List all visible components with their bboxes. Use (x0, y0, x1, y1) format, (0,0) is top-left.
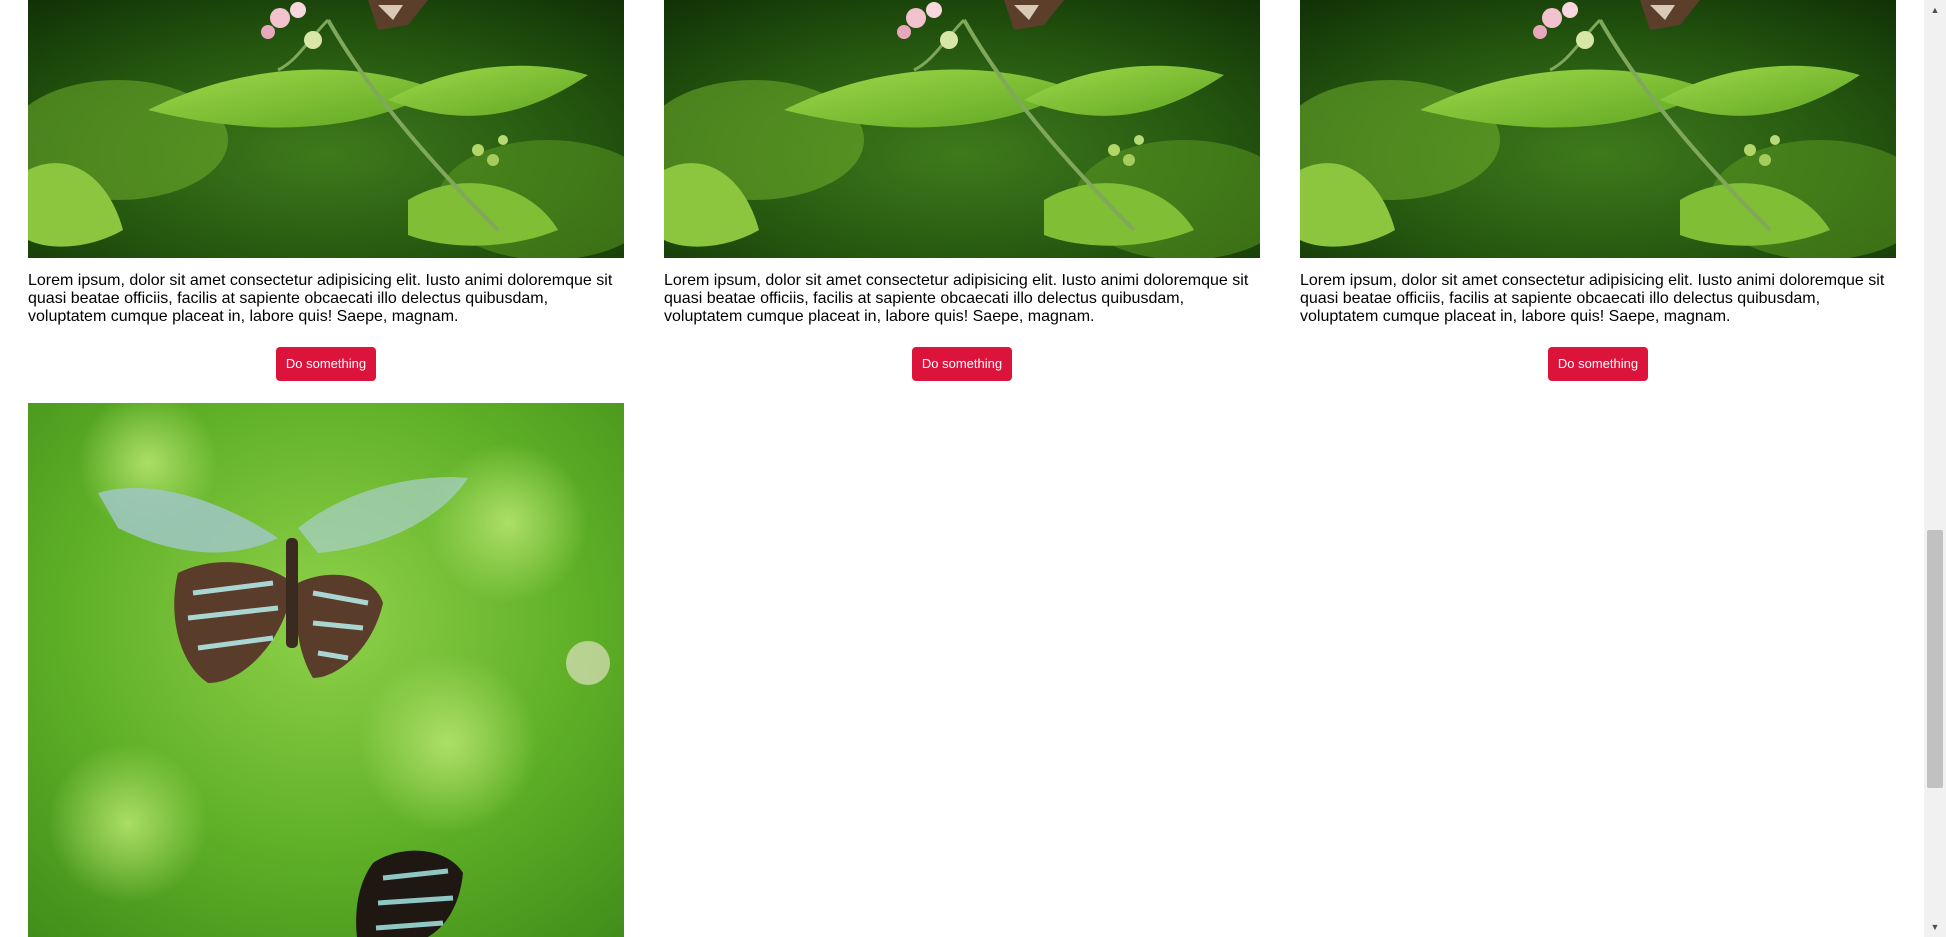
button-row: Do something (28, 347, 624, 381)
card-description: Lorem ipsum, dolor sit amet consectetur … (28, 272, 613, 325)
do-something-button[interactable]: Do something (1547, 347, 1649, 381)
scrollbar-thumb[interactable] (1927, 530, 1943, 788)
card-description: Lorem ipsum, dolor sit amet consectetur … (1300, 272, 1885, 325)
button-row: Do something (664, 347, 1260, 381)
arrow-down-icon[interactable]: ▼ (1929, 921, 1941, 933)
butterfly-flower-image (28, 0, 624, 258)
card (28, 403, 624, 937)
do-something-button[interactable]: Do something (911, 347, 1013, 381)
flying-butterfly-image (28, 403, 624, 937)
do-something-button[interactable]: Do something (275, 347, 377, 381)
butterfly-flower-image (664, 0, 1260, 258)
card: Lorem ipsum, dolor sit amet consectetur … (1300, 0, 1896, 381)
arrow-up-icon[interactable]: ▲ (1929, 4, 1941, 16)
card: Lorem ipsum, dolor sit amet consectetur … (664, 0, 1260, 381)
scrollbar-track[interactable] (1924, 0, 1946, 937)
page: Lorem ipsum, dolor sit amet consectetur … (0, 0, 1946, 937)
card-description: Lorem ipsum, dolor sit amet consectetur … (664, 272, 1249, 325)
button-row: Do something (1300, 347, 1896, 381)
card: Lorem ipsum, dolor sit amet consectetur … (28, 0, 624, 381)
butterfly-flower-image (1300, 0, 1896, 258)
